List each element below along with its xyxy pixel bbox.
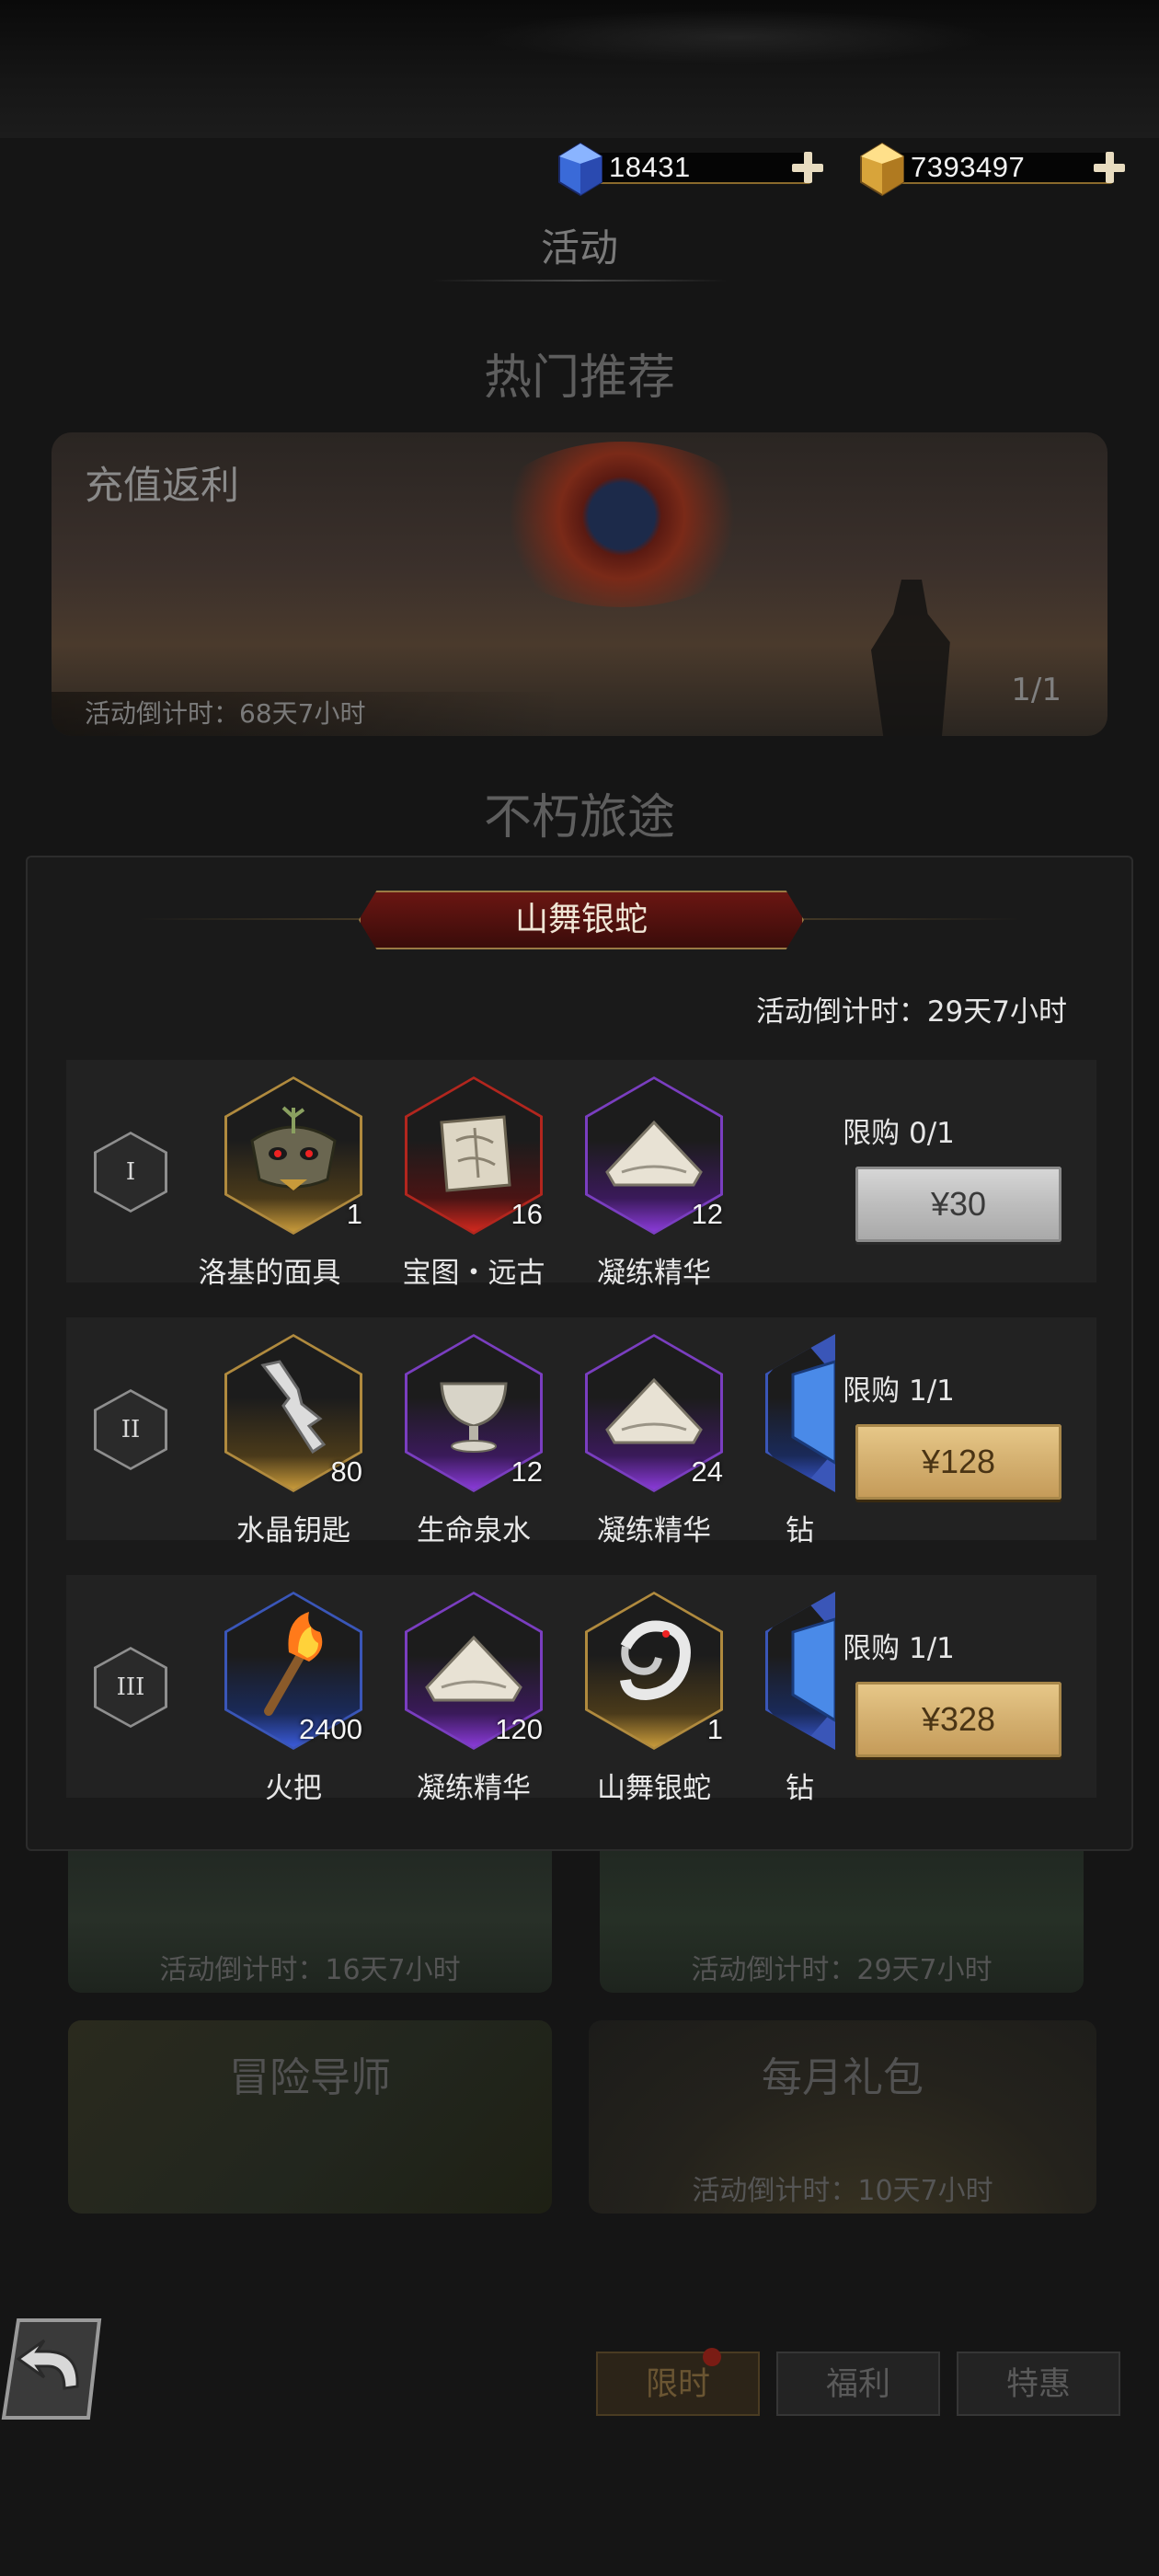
banner-recharge-rebate[interactable]: 充值返利 活动倒计时：68天7小时 1/1 [52,432,1107,736]
buy-button[interactable]: ¥128 [855,1424,1061,1500]
top-decoration [478,9,993,64]
reward-item[interactable]: 24 凝练精华 [543,1334,723,1547]
banner-label: 充值返利 [85,463,240,508]
silver-serpent-icon [620,1620,691,1701]
currency-gold: 7393497 [857,142,1133,197]
reward-item[interactable]: 1 山舞银蛇 [543,1592,723,1805]
diamond-amount: 18431 [609,151,691,183]
top-status-area [0,0,1159,138]
blue-diamond-icon [558,142,602,197]
activity-card-monthly-pack[interactable]: 每月礼包 活动倒计时：10天7小时 [589,2020,1096,2214]
banner-countdown: 活动倒计时：68天7小时 [52,692,567,736]
banner-eye-art [484,442,760,607]
activity-card-title: 冒险导师 [229,2054,391,2101]
item-quantity: 2400 [299,1713,362,1745]
notification-dot [703,2348,721,2366]
title-divider [432,280,727,282]
item-quantity: 12 [691,1198,723,1230]
banner-warrior-art [871,580,950,736]
gold-amount: 7393497 [911,151,1026,183]
item-quantity: 1 [346,1198,362,1230]
item-quantity: 120 [495,1713,543,1745]
currency-diamond: 18431 [556,142,832,197]
tier-number-badge: I [94,1132,167,1213]
add-gold-button[interactable] [1091,149,1128,186]
modal-countdown: 活动倒计时：29天7小时 [755,995,1067,1029]
purchase-limit: 限购 1/1 [843,1632,955,1665]
item-quantity: 12 [511,1455,543,1488]
tier-number: I [97,1134,165,1210]
reward-item[interactable]: 1 洛基的面具 [182,1076,362,1290]
tier-number-badge: II [94,1389,167,1470]
section-immortal: 不朽旅途 [483,790,675,845]
item-frame [765,1592,835,1750]
reward-item[interactable]: 12 生命泉水 [362,1334,543,1547]
pack-tier-1: I 1 洛基的面具 16 宝图・远古 12 凝练精华 限购 0/1 ¥30 [66,1060,1096,1290]
item-quantity: 1 [706,1713,723,1745]
activity-card-countdown: 活动倒计时：29天7小时 [691,1954,993,1986]
item-name: 钻 [786,1772,814,1805]
tab-limited-time[interactable]: 限时 [596,2348,760,2416]
pack-tier-3: III 2400 火把 120 凝练精华 1 山舞银蛇 钻 限购 1/1 ¥32… [66,1575,1096,1805]
item-quantity: 24 [691,1455,723,1488]
tier-number: II [97,1392,165,1467]
item-quantity: 16 [511,1198,543,1230]
tab-label: 福利 [825,2366,890,2403]
tier-number-badge: III [94,1647,167,1728]
reward-item[interactable]: 16 宝图・远古 [362,1076,545,1290]
back-arrow-icon[interactable] [0,2315,103,2423]
activity-card-adventure-mentor[interactable]: 冒险导师 [68,2020,552,2214]
tab-label: 特惠 [1005,2366,1071,2403]
activity-card-countdown: 活动倒计时：16天7小时 [159,1954,461,1986]
purchase-limit: 限购 1/1 [843,1374,955,1408]
activity-card-title: 每月礼包 [762,2054,924,2101]
tab-label: 限时 [645,2366,710,2403]
pack-modal: 山舞银蛇 活动倒计时：29天7小时 I 1 洛基的面具 16 宝图・远古 12 … [26,856,1133,1851]
page-title: 活动 [540,225,618,270]
item-quantity: 80 [330,1455,362,1488]
reward-item[interactable]: 120 凝练精华 [362,1592,543,1805]
reward-item[interactable]: 80 水晶钥匙 [182,1334,362,1547]
add-diamond-button[interactable] [789,149,826,186]
pack-tier-2: II 80 水晶钥匙 12 生命泉水 24 凝练精华 钻 限购 1/1 ¥128 [66,1317,1096,1547]
item-name: 凝练精华 [597,1257,711,1290]
activity-card-countdown: 活动倒计时：10天7小时 [692,2175,993,2207]
item-name: 钻 [786,1514,814,1547]
banner-pager: 1/1 [1011,672,1061,708]
purchase-limit: 限购 0/1 [843,1117,955,1150]
item-frame [585,1592,723,1750]
gold-gem-icon [860,142,904,197]
section-hot: 热门推荐 [483,351,675,406]
tab-welfare[interactable]: 福利 [776,2352,940,2416]
buy-button[interactable]: ¥30 [855,1167,1061,1242]
reward-item[interactable]: 12 凝练精华 [543,1076,723,1290]
modal-title: 山舞银蛇 [359,891,804,949]
reward-item[interactable]: 2400 火把 [182,1592,362,1805]
tab-special-offer[interactable]: 特惠 [957,2352,1120,2416]
item-frame [765,1334,835,1492]
mask-icon [250,1106,337,1190]
buy-button[interactable]: ¥328 [855,1682,1061,1757]
item-frame [224,1076,362,1235]
tier-number: III [97,1650,165,1725]
